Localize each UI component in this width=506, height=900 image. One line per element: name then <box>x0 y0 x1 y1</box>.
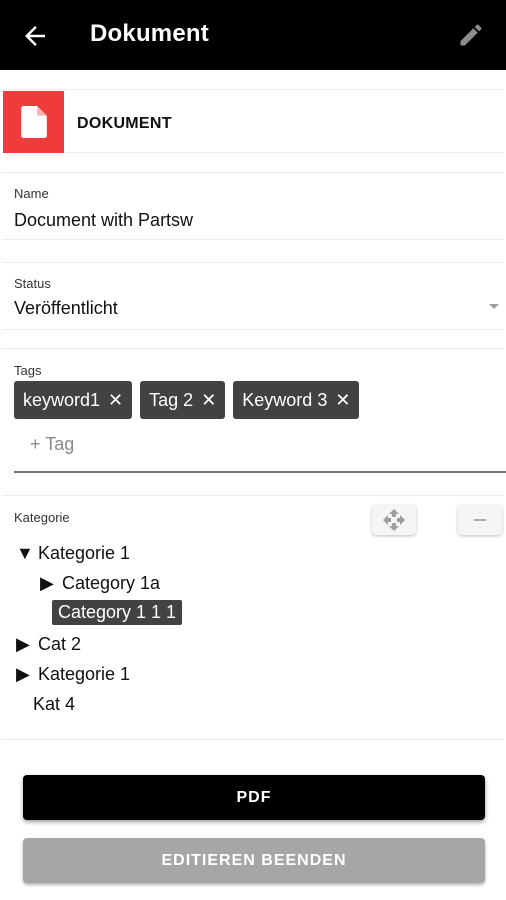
tree-item-label: Category 1 1 1 <box>52 600 183 625</box>
close-icon[interactable]: ✕ <box>108 390 123 411</box>
tree-item[interactable]: ▶ Cat 2 <box>16 634 81 655</box>
status-value[interactable]: Veröffentlicht <box>14 298 118 319</box>
expanded-triangle-icon[interactable]: ▼ <box>16 543 38 564</box>
pdf-button[interactable]: PDF <box>23 775 485 820</box>
tag-chip-label: Keyword 3 <box>242 389 328 410</box>
arrow-left-icon[interactable] <box>20 21 50 51</box>
tree-item[interactable]: ▼ Kategorie 1 <box>16 543 130 564</box>
category-label: Kategorie <box>14 510 70 525</box>
minus-icon <box>474 519 486 521</box>
page-title: Dokument <box>90 20 209 47</box>
tag-chip-label: Tag 2 <box>149 389 194 410</box>
tree-item-label: Kategorie 1 <box>38 543 131 563</box>
collapsed-triangle-icon[interactable]: ▶ <box>16 634 38 655</box>
move-button[interactable] <box>372 505 416 535</box>
app-bar: Dokument <box>0 0 506 70</box>
finish-editing-button[interactable]: EDITIEREN BEENDEN <box>23 838 485 883</box>
move-icon <box>383 509 405 531</box>
tree-item-label: Category 1a <box>62 573 161 593</box>
name-label: Name <box>14 186 49 201</box>
add-tag-input[interactable]: + Tag <box>30 434 74 455</box>
tags-field: Tags keyword1 ✕ Tag 2 ✕ Keyword 3 ✕ + Ta… <box>2 348 506 476</box>
tag-list: keyword1 ✕ Tag 2 ✕ Keyword 3 ✕ <box>14 381 360 419</box>
tree-item-label: Kat 4 <box>33 694 76 714</box>
tree-item-label: Cat 2 <box>38 634 82 654</box>
close-icon[interactable]: ✕ <box>335 390 350 411</box>
status-label: Status <box>14 276 51 291</box>
document-type-card: DOKUMENT <box>2 89 504 153</box>
tree-item[interactable]: Kat 4 <box>33 694 75 715</box>
name-value[interactable]: Document with Partsw <box>14 210 193 231</box>
document-icon <box>3 91 64 153</box>
category-field: Kategorie ▼ Kategorie 1 ▶ Category 1a Ca… <box>2 495 504 740</box>
status-select[interactable]: Status Veröffentlicht <box>2 262 504 330</box>
tags-underline <box>14 471 506 473</box>
tag-chip[interactable]: Keyword 3 ✕ <box>233 381 360 419</box>
tree-item[interactable]: ▶ Kategorie 1 <box>16 664 130 685</box>
tag-chip-label: keyword1 <box>23 389 101 410</box>
collapsed-triangle-icon[interactable]: ▶ <box>16 664 38 685</box>
remove-category-button[interactable] <box>458 505 502 535</box>
pencil-icon[interactable] <box>457 21 487 51</box>
document-type-label: DOKUMENT <box>77 115 172 132</box>
tags-label: Tags <box>14 363 42 378</box>
tag-chip[interactable]: keyword1 ✕ <box>14 381 133 419</box>
tree-item-selected[interactable]: Category 1 1 1 <box>52 600 183 625</box>
collapsed-triangle-icon[interactable]: ▶ <box>40 573 62 594</box>
dropdown-arrow-icon[interactable] <box>489 304 499 309</box>
tree-item-label: Kategorie 1 <box>38 664 131 684</box>
name-field[interactable]: Name Document with Partsw <box>2 172 504 240</box>
tree-item[interactable]: ▶ Category 1a <box>40 573 160 594</box>
close-icon[interactable]: ✕ <box>201 390 216 411</box>
tag-chip[interactable]: Tag 2 ✕ <box>140 381 226 419</box>
